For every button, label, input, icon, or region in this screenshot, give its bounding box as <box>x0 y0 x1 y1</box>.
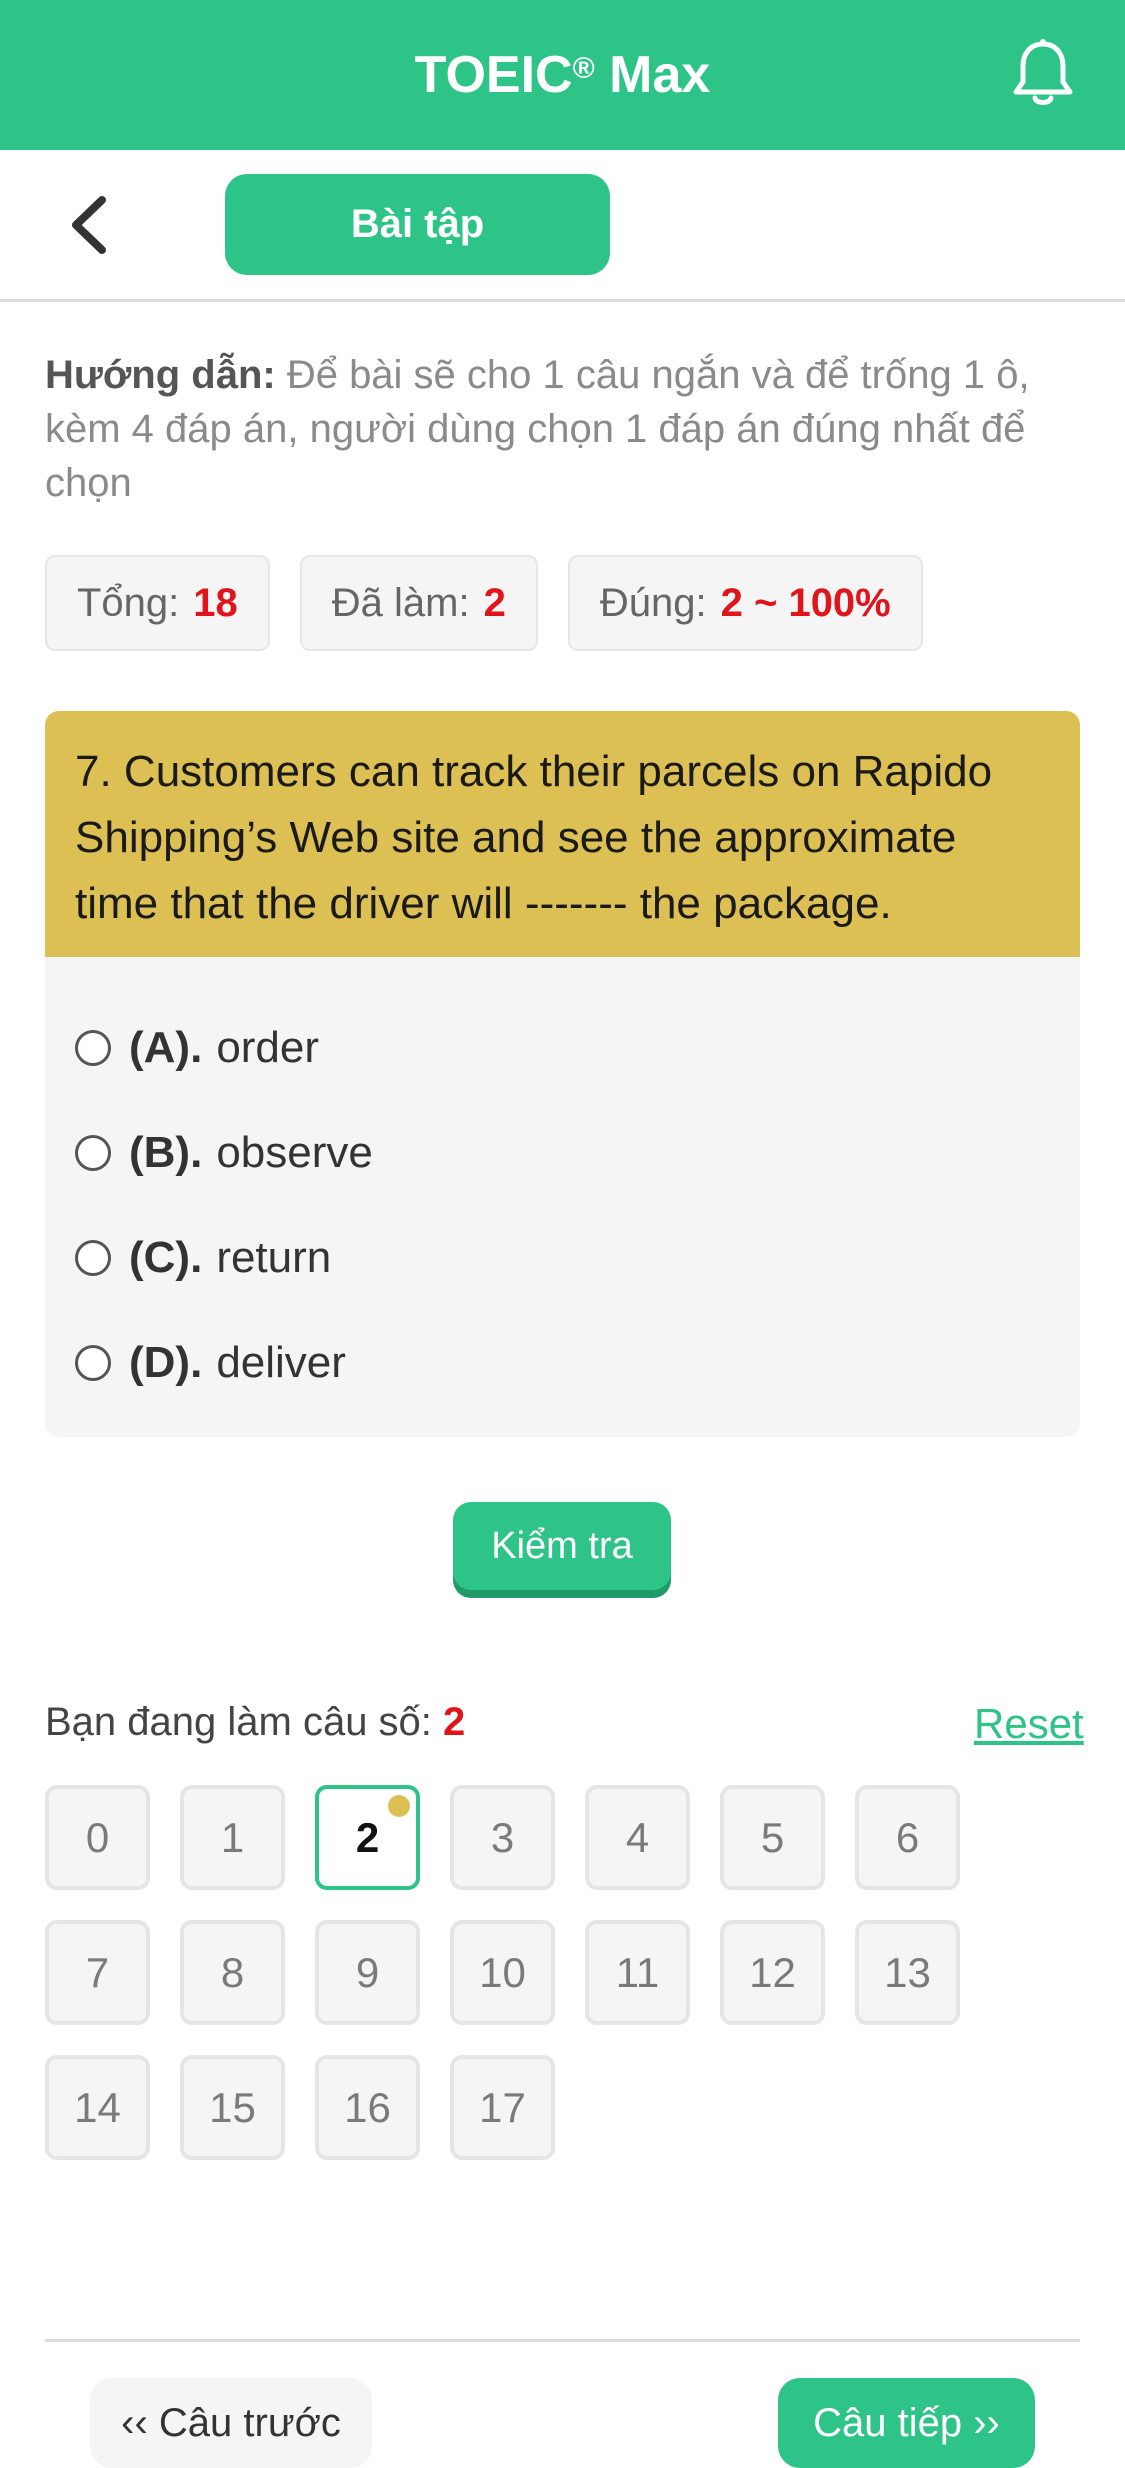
radio-button[interactable] <box>75 1134 111 1171</box>
question-number-cell[interactable]: 14 <box>45 2055 150 2160</box>
question-number-cell[interactable]: 3 <box>450 1785 555 1890</box>
app-title: TOEIC ® Max <box>414 46 711 104</box>
answered-dot <box>388 1795 410 1817</box>
tab-exercises[interactable]: Bài tập <box>225 174 610 275</box>
question-number-cell[interactable]: 9 <box>315 1920 420 2025</box>
stat-done: Đã làm: 2 <box>299 555 538 651</box>
question-number-cell[interactable]: 15 <box>180 2055 285 2160</box>
option-d[interactable]: (D). deliver <box>75 1310 1050 1415</box>
question-text: 7. Customers can track their parcels on … <box>45 711 1080 957</box>
toolbar: Bài tập <box>0 150 1125 302</box>
question-number-cell[interactable]: 12 <box>720 1920 825 2025</box>
reset-link[interactable]: Reset <box>974 1700 1084 1748</box>
question-number-cell[interactable]: 8 <box>180 1920 285 2025</box>
question-number-cell[interactable]: 7 <box>45 1920 150 2025</box>
check-button[interactable]: Kiểm tra <box>453 1502 671 1590</box>
radio-button[interactable] <box>75 1239 111 1276</box>
stats-row: Tổng: 18 Đã làm: 2 Đúng: 2 ~ 100% <box>45 555 923 651</box>
question-number-cell-active[interactable]: 2 <box>315 1785 420 1890</box>
radio-button[interactable] <box>75 1344 111 1381</box>
option-b[interactable]: (B). observe <box>75 1100 1050 1205</box>
stat-correct: Đúng: 2 ~ 100% <box>567 555 923 651</box>
question-number-cell[interactable]: 0 <box>45 1785 150 1890</box>
question-number-cell[interactable]: 5 <box>720 1785 825 1890</box>
option-a[interactable]: (A). order <box>75 995 1050 1100</box>
chevron-left-icon[interactable] <box>60 190 120 260</box>
question-number-cell[interactable]: 6 <box>855 1785 960 1890</box>
answer-options: (A). order (B). observe (C). return (D).… <box>45 957 1080 1415</box>
option-c[interactable]: (C). return <box>75 1205 1050 1310</box>
bell-icon[interactable] <box>1010 38 1076 110</box>
app-header: TOEIC ® Max <box>0 0 1125 150</box>
question-card: 7. Customers can track their parcels on … <box>45 711 1080 1437</box>
divider <box>45 2339 1080 2342</box>
current-question-label: Bạn đang làm câu số: 2 <box>45 1700 466 1744</box>
next-question-button[interactable]: Câu tiếp ›› <box>778 2378 1035 2468</box>
instructions: Hướng dẫn: Để bài sẽ cho 1 câu ngắn và đ… <box>45 353 1030 505</box>
question-number-cell[interactable]: 16 <box>315 2055 420 2160</box>
question-number-cell[interactable]: 17 <box>450 2055 555 2160</box>
question-number-cell[interactable]: 11 <box>585 1920 690 2025</box>
stat-total: Tổng: 18 <box>45 555 270 651</box>
question-number-cell[interactable]: 1 <box>180 1785 285 1890</box>
question-number-cell[interactable]: 10 <box>450 1920 555 2025</box>
radio-button[interactable] <box>75 1029 111 1066</box>
question-number-cell[interactable]: 13 <box>855 1920 960 2025</box>
question-grid: 0 1 2 3 4 5 6 7 8 9 10 11 12 13 14 15 16… <box>45 1785 1045 2160</box>
previous-question-button[interactable]: ‹‹ Câu trước <box>90 2378 372 2468</box>
question-number-cell[interactable]: 4 <box>585 1785 690 1890</box>
